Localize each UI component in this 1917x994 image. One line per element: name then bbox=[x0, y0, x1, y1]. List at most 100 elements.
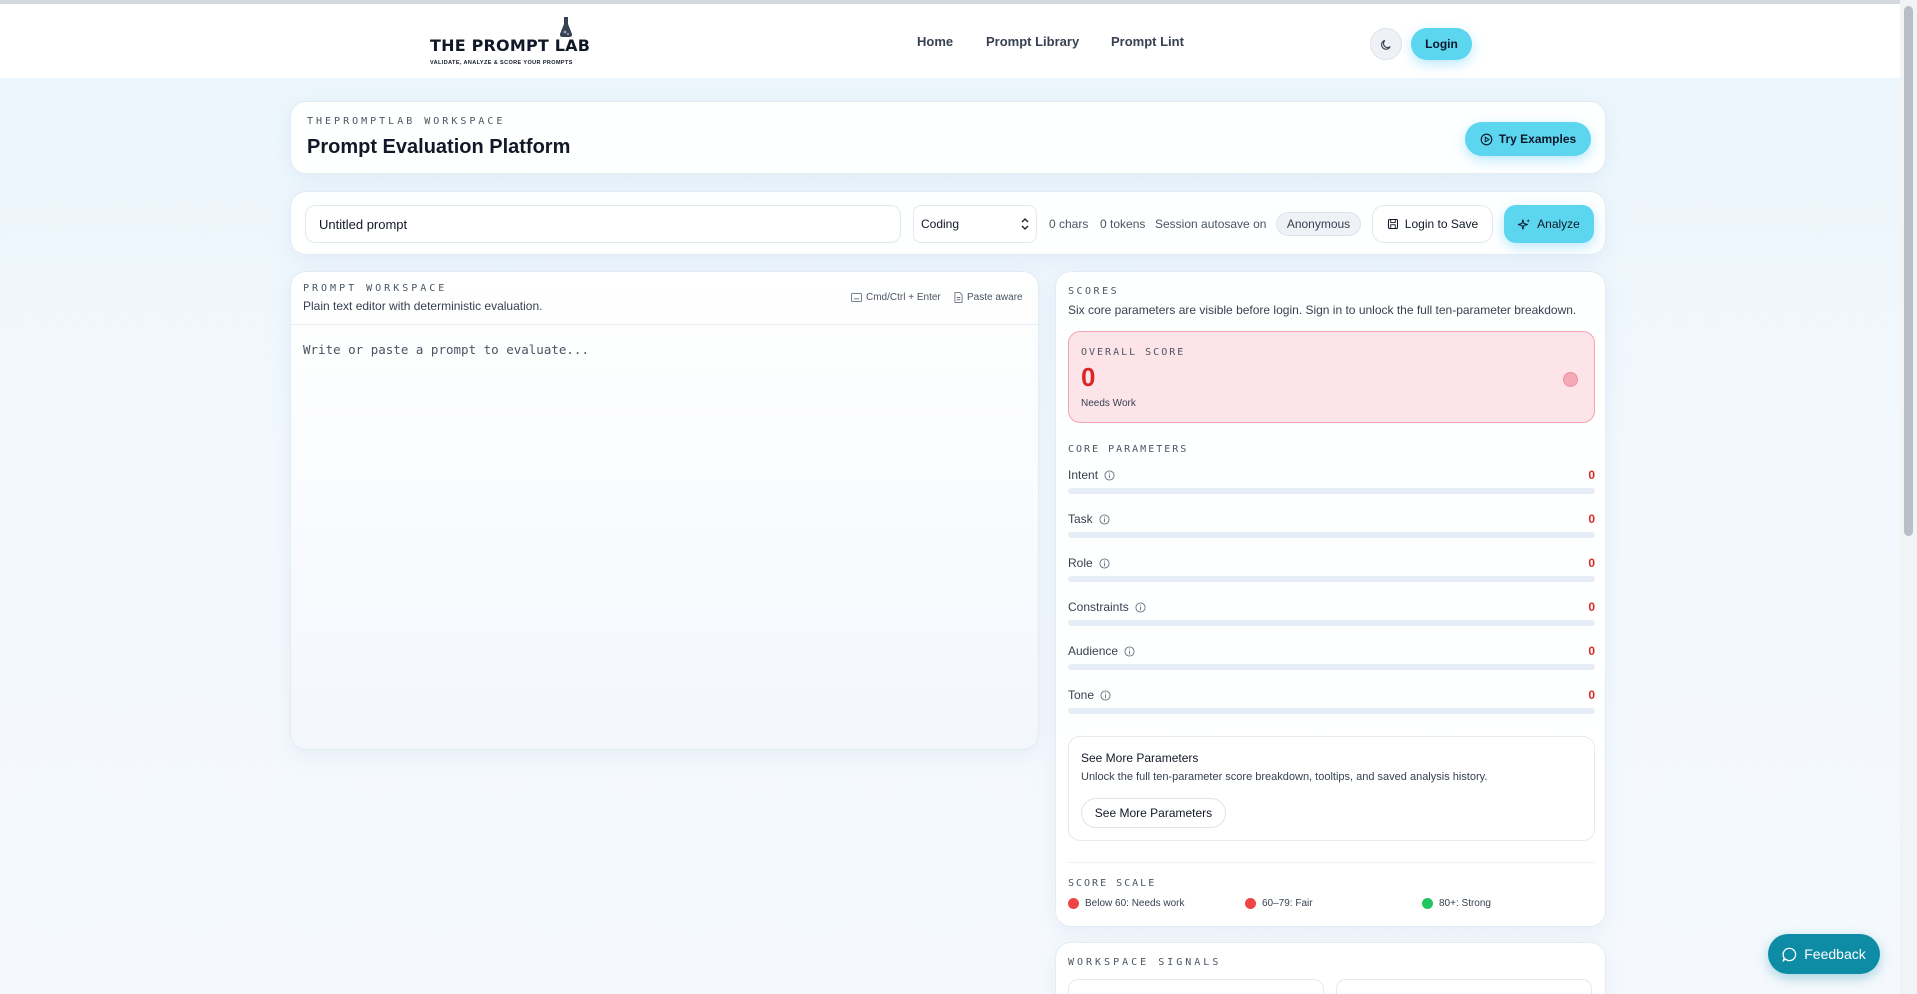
try-examples-label: Try Examples bbox=[1498, 132, 1577, 146]
see-more-title: See More Parameters bbox=[1081, 751, 1199, 765]
char-count: 0 chars bbox=[1049, 217, 1089, 231]
feedback-button[interactable]: Feedback bbox=[1768, 934, 1880, 974]
param-value: 0 bbox=[1588, 644, 1595, 658]
prompt-title-input[interactable] bbox=[305, 205, 901, 243]
prompt-editor[interactable] bbox=[291, 325, 1038, 749]
logo-tagline: VALIDATE, ANALYZE & SCORE YOUR PROMPTS bbox=[430, 60, 573, 66]
page-scrollbar-thumb[interactable] bbox=[1904, 6, 1913, 536]
logo[interactable]: THE PROMPT LAB VALIDATE, ANALYZE & SCORE… bbox=[428, 16, 590, 72]
nav-home[interactable]: Home bbox=[917, 34, 953, 49]
shortcut-hint-label: Cmd/Ctrl + Enter bbox=[866, 292, 941, 303]
chat-bubble-icon bbox=[1782, 947, 1797, 962]
param-progress-bar bbox=[1068, 664, 1595, 670]
workspace-panel-eyebrow: PROMPT WORKSPACE bbox=[303, 283, 448, 294]
param-progress-bar bbox=[1068, 488, 1595, 494]
scale-label: 60–79: Fair bbox=[1262, 898, 1313, 909]
signal-tile bbox=[1068, 979, 1324, 994]
param-progress-bar bbox=[1068, 532, 1595, 538]
sparkles-icon bbox=[1518, 218, 1531, 229]
scores-divider bbox=[1068, 862, 1595, 863]
token-count: 0 tokens bbox=[1100, 217, 1146, 231]
param-task: Task 0 bbox=[1068, 512, 1595, 548]
see-more-parameters-box: See More Parameters Unlock the full ten-… bbox=[1068, 736, 1595, 841]
scale-label: Below 60: Needs work bbox=[1085, 898, 1185, 909]
play-circle-icon bbox=[1480, 133, 1493, 145]
login-to-save-button[interactable]: Login to Save bbox=[1372, 205, 1493, 243]
param-progress-bar bbox=[1068, 708, 1595, 714]
param-progress-bar bbox=[1068, 576, 1595, 582]
workspace-signals-card: WORKSPACE SIGNALS bbox=[1055, 942, 1606, 994]
title-card: THEPROMPTLAB WORKSPACE Prompt Evaluation… bbox=[290, 101, 1606, 174]
workspace-subtitle: Plain text editor with deterministic eva… bbox=[303, 299, 543, 313]
scale-item-needs-work: Below 60: Needs work bbox=[1068, 898, 1185, 909]
info-icon[interactable] bbox=[1099, 513, 1110, 525]
scores-eyebrow: SCORES bbox=[1068, 286, 1120, 297]
signal-tile bbox=[1336, 979, 1592, 994]
user-chip: Anonymous bbox=[1276, 212, 1361, 236]
core-parameters-eyebrow: CORE PARAMETERS bbox=[1068, 444, 1189, 455]
save-icon bbox=[1387, 218, 1398, 230]
paste-hint-label: Paste aware bbox=[967, 292, 1023, 303]
category-select[interactable]: Coding bbox=[913, 205, 1037, 243]
nav-prompt-library[interactable]: Prompt Library bbox=[986, 34, 1079, 49]
param-constraints: Constraints 0 bbox=[1068, 600, 1595, 636]
workspace-signals-eyebrow: WORKSPACE SIGNALS bbox=[1068, 957, 1222, 968]
info-icon[interactable] bbox=[1135, 601, 1146, 613]
site-header: THE PROMPT LAB VALIDATE, ANALYZE & SCORE… bbox=[0, 4, 1900, 78]
param-value: 0 bbox=[1588, 556, 1595, 570]
scores-subtitle: Six core parameters are visible before l… bbox=[1068, 303, 1577, 317]
param-label: Audience bbox=[1068, 644, 1119, 658]
toolbar-card: Coding 0 chars 0 tokens Session autosave… bbox=[290, 191, 1606, 255]
flask-icon bbox=[559, 17, 573, 37]
param-role: Role 0 bbox=[1068, 556, 1595, 592]
page-title: Prompt Evaluation Platform bbox=[307, 136, 571, 158]
login-button[interactable]: Login bbox=[1411, 28, 1472, 60]
nav-prompt-lint[interactable]: Prompt Lint bbox=[1111, 34, 1184, 49]
file-icon bbox=[954, 292, 963, 303]
theme-toggle-button[interactable] bbox=[1370, 28, 1402, 60]
param-value: 0 bbox=[1588, 600, 1595, 614]
shortcut-hint: Cmd/Ctrl + Enter bbox=[851, 292, 941, 303]
param-value: 0 bbox=[1588, 688, 1595, 702]
keyboard-icon bbox=[851, 293, 862, 302]
autosave-status: Session autosave on bbox=[1155, 217, 1267, 231]
see-more-parameters-button[interactable]: See More Parameters bbox=[1081, 798, 1226, 828]
logo-title: THE PROMPT LAB bbox=[430, 36, 591, 55]
moon-icon bbox=[1380, 39, 1391, 50]
chevron-updown-icon bbox=[1021, 218, 1029, 230]
analyze-label: Analyze bbox=[1537, 217, 1580, 231]
info-icon[interactable] bbox=[1100, 689, 1111, 701]
scale-label: 80+: Strong bbox=[1439, 898, 1491, 909]
scale-item-strong: 80+: Strong bbox=[1422, 898, 1491, 909]
param-value: 0 bbox=[1588, 512, 1595, 526]
analyze-button[interactable]: Analyze bbox=[1504, 205, 1594, 243]
param-progress-bar bbox=[1068, 620, 1595, 626]
info-icon[interactable] bbox=[1124, 645, 1135, 657]
param-intent: Intent 0 bbox=[1068, 468, 1595, 504]
try-examples-button[interactable]: Try Examples bbox=[1465, 122, 1591, 156]
overall-score-eyebrow: OVERALL SCORE bbox=[1081, 347, 1186, 358]
score-indicator-dot bbox=[1563, 372, 1578, 387]
param-label: Role bbox=[1068, 556, 1093, 570]
info-icon[interactable] bbox=[1099, 557, 1110, 569]
param-audience: Audience 0 bbox=[1068, 644, 1595, 680]
prompt-workspace-card: PROMPT WORKSPACE Plain text editor with … bbox=[290, 271, 1039, 750]
info-icon[interactable] bbox=[1104, 469, 1115, 481]
overall-score-label: Needs Work bbox=[1081, 398, 1136, 409]
param-label: Task bbox=[1068, 512, 1093, 526]
param-label: Tone bbox=[1068, 688, 1095, 702]
red-dot-icon bbox=[1068, 898, 1079, 909]
scale-item-fair: 60–79: Fair bbox=[1245, 898, 1313, 909]
paste-hint: Paste aware bbox=[954, 292, 1023, 303]
category-value: Coding bbox=[921, 217, 960, 231]
green-dot-icon bbox=[1422, 898, 1433, 909]
param-label: Constraints bbox=[1068, 600, 1129, 614]
feedback-label: Feedback bbox=[1804, 946, 1866, 962]
param-label: Intent bbox=[1068, 468, 1099, 482]
red-dot-icon bbox=[1245, 898, 1256, 909]
workspace-eyebrow: THEPROMPTLAB WORKSPACE bbox=[307, 116, 506, 127]
scores-card: SCORES Six core parameters are visible b… bbox=[1055, 271, 1606, 927]
overall-score-value: 0 bbox=[1081, 362, 1096, 392]
see-more-subtitle: Unlock the full ten-parameter score brea… bbox=[1081, 771, 1488, 783]
param-tone: Tone 0 bbox=[1068, 688, 1595, 724]
